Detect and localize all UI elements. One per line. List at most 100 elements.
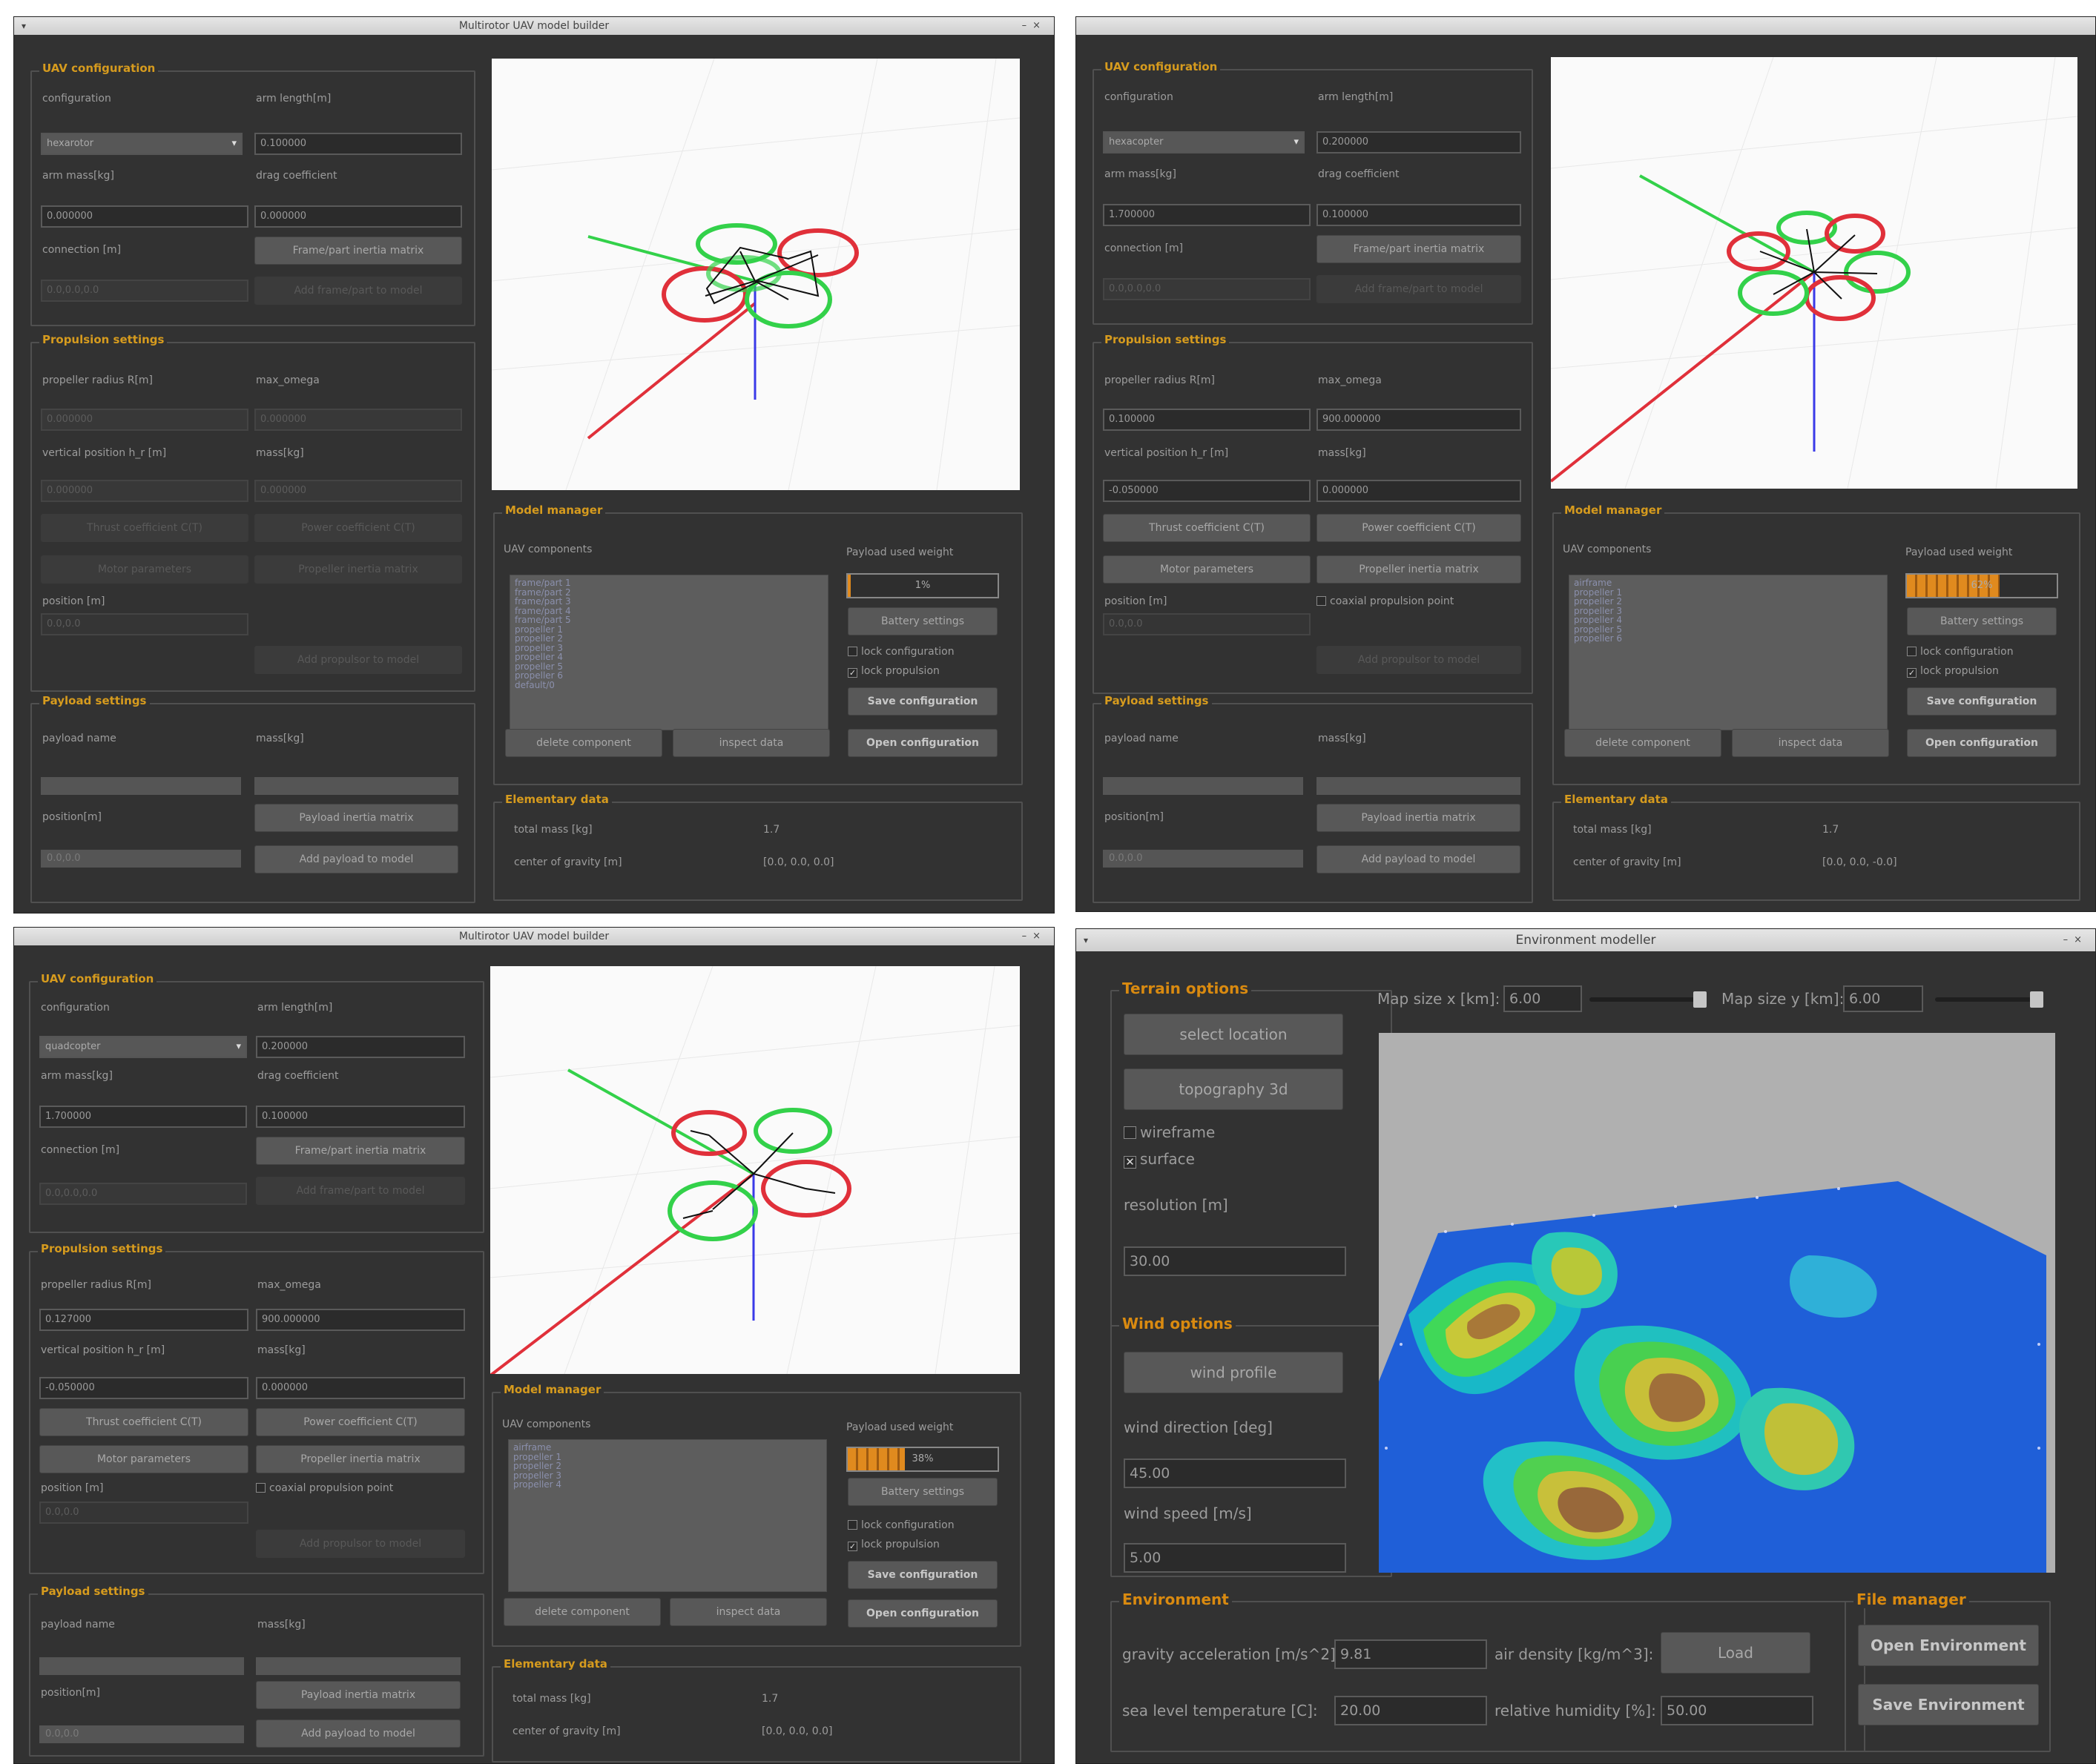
- window-controls[interactable]: –×: [1022, 17, 1047, 35]
- window-controls[interactable]: –×: [2063, 929, 2088, 951]
- payload-mass-input[interactable]: [256, 1657, 461, 1675]
- open-configuration-button[interactable]: Open configuration: [1907, 729, 2057, 757]
- inspect-data-button[interactable]: inspect data: [1732, 729, 1889, 757]
- thrust-coefficient-button[interactable]: Thrust coefficient C(T): [39, 1408, 248, 1436]
- max-omega-input[interactable]: 900.000000: [1316, 409, 1521, 431]
- list-item[interactable]: default/0: [515, 680, 823, 690]
- slider-handle[interactable]: [1693, 991, 1707, 1008]
- list-item[interactable]: propeller 6: [1574, 634, 1882, 644]
- add-propulsor-button[interactable]: Add propulsor to model: [256, 1530, 465, 1558]
- add-frame-button[interactable]: Add frame/part to model: [254, 277, 462, 305]
- save-configuration-button[interactable]: Save configuration: [1907, 687, 2057, 716]
- list-item[interactable]: propeller 2: [513, 1461, 822, 1471]
- vertical-position-input[interactable]: 0.000000: [41, 480, 248, 502]
- configuration-select[interactable]: hexarotor: [41, 133, 243, 155]
- position-input[interactable]: 0.0,0.0: [39, 1502, 248, 1524]
- wind-profile-button[interactable]: wind profile: [1124, 1352, 1343, 1393]
- frame-inertia-button[interactable]: Frame/part inertia matrix: [256, 1137, 465, 1165]
- motor-parameters-button[interactable]: Motor parameters: [41, 555, 248, 584]
- delete-component-button[interactable]: delete component: [1564, 729, 1721, 757]
- list-item[interactable]: frame/part 3: [515, 597, 823, 607]
- propeller-inertia-button[interactable]: Propeller inertia matrix: [254, 555, 462, 584]
- arm-mass-input[interactable]: 1.700000: [39, 1106, 247, 1128]
- payload-inertia-button[interactable]: Payload inertia matrix: [1316, 804, 1520, 832]
- propeller-inertia-button[interactable]: Propeller inertia matrix: [1316, 555, 1521, 584]
- window-controls[interactable]: –×: [1022, 928, 1047, 945]
- wireframe-checkbox[interactable]: wireframe: [1124, 1123, 1215, 1141]
- arm-length-input[interactable]: 0.100000: [254, 133, 462, 155]
- list-item[interactable]: propeller 4: [1574, 615, 1882, 625]
- max-omega-input[interactable]: 0.000000: [254, 409, 462, 431]
- uav-3d-view[interactable]: [1551, 57, 2077, 489]
- power-coefficient-button[interactable]: Power coefficient C(T): [254, 514, 462, 542]
- uav-3d-view[interactable]: [492, 59, 1020, 490]
- window-menu-icon[interactable]: ▾: [22, 17, 26, 35]
- payload-mass-input[interactable]: [254, 777, 458, 795]
- payload-position-input[interactable]: 0.0,0.0: [1103, 850, 1303, 868]
- open-configuration-button[interactable]: Open configuration: [848, 729, 998, 757]
- arm-mass-input[interactable]: 1.700000: [1103, 204, 1311, 226]
- thrust-coefficient-button[interactable]: Thrust coefficient C(T): [1103, 514, 1311, 542]
- power-coefficient-button[interactable]: Power coefficient C(T): [1316, 514, 1521, 542]
- humidity-input[interactable]: 50.00: [1661, 1696, 1813, 1725]
- lock-propulsion-checkbox[interactable]: ✓ lock propulsion: [848, 665, 940, 678]
- frame-inertia-button[interactable]: Frame/part inertia matrix: [1316, 235, 1521, 263]
- lock-configuration-checkbox[interactable]: lock configuration: [1907, 646, 2014, 658]
- frame-inertia-button[interactable]: Frame/part inertia matrix: [254, 237, 462, 265]
- surface-checkbox[interactable]: ✕ surface: [1124, 1150, 1195, 1169]
- list-item[interactable]: frame/part 1: [515, 578, 823, 588]
- thrust-coefficient-button[interactable]: Thrust coefficient C(T): [41, 514, 248, 542]
- map-size-x-input[interactable]: 6.00: [1503, 985, 1582, 1012]
- slider-handle[interactable]: [2030, 991, 2043, 1008]
- drag-coefficient-input[interactable]: 0.100000: [256, 1106, 465, 1128]
- list-item[interactable]: propeller 4: [513, 1480, 822, 1490]
- battery-settings-button[interactable]: Battery settings: [848, 1478, 998, 1506]
- drag-coefficient-input[interactable]: 0.000000: [254, 205, 462, 228]
- propeller-radius-input[interactable]: 0.100000: [1103, 409, 1311, 431]
- payload-inertia-button[interactable]: Payload inertia matrix: [254, 804, 458, 832]
- list-item[interactable]: frame/part 5: [515, 615, 823, 625]
- add-frame-button[interactable]: Add frame/part to model: [256, 1177, 465, 1205]
- propeller-mass-input[interactable]: 0.000000: [256, 1377, 465, 1399]
- resolution-input[interactable]: 30.00: [1124, 1246, 1346, 1276]
- vertical-position-input[interactable]: -0.050000: [1103, 480, 1311, 502]
- wind-speed-input[interactable]: 5.00: [1124, 1543, 1346, 1573]
- uav-components-list[interactable]: airframe propeller 1 propeller 2 propell…: [508, 1439, 827, 1592]
- battery-settings-button[interactable]: Battery settings: [848, 607, 998, 635]
- lock-configuration-checkbox[interactable]: lock configuration: [848, 1519, 955, 1531]
- add-propulsor-button[interactable]: Add propulsor to model: [1316, 646, 1521, 674]
- propeller-radius-input[interactable]: 0.127000: [39, 1309, 248, 1331]
- select-location-button[interactable]: select location: [1124, 1014, 1343, 1055]
- arm-length-input[interactable]: 0.200000: [1316, 131, 1521, 153]
- configuration-select[interactable]: hexacopter: [1103, 131, 1305, 153]
- coaxial-propulsion-checkbox[interactable]: coaxial propulsion point: [1316, 595, 1454, 607]
- add-payload-button[interactable]: Add payload to model: [254, 845, 458, 873]
- wind-direction-input[interactable]: 45.00: [1124, 1459, 1346, 1488]
- list-item[interactable]: propeller 2: [1574, 597, 1882, 607]
- payload-name-input[interactable]: [39, 1657, 244, 1675]
- arm-mass-input[interactable]: 0.000000: [41, 205, 248, 228]
- drag-coefficient-input[interactable]: 0.100000: [1316, 204, 1521, 226]
- save-configuration-button[interactable]: Save configuration: [848, 687, 998, 716]
- list-item[interactable]: propeller 4: [515, 653, 823, 662]
- payload-inertia-button[interactable]: Payload inertia matrix: [256, 1681, 461, 1709]
- open-configuration-button[interactable]: Open configuration: [848, 1599, 998, 1628]
- lock-configuration-checkbox[interactable]: lock configuration: [848, 646, 955, 658]
- battery-settings-button[interactable]: Battery settings: [1907, 607, 2057, 635]
- payload-name-input[interactable]: [41, 777, 241, 795]
- uav-3d-view[interactable]: [490, 966, 1020, 1374]
- inspect-data-button[interactable]: inspect data: [670, 1598, 827, 1626]
- topography-3d-button[interactable]: topography 3d: [1124, 1068, 1343, 1110]
- terrain-3d-view[interactable]: [1379, 1033, 2055, 1573]
- delete-component-button[interactable]: delete component: [505, 729, 662, 757]
- payload-name-input[interactable]: [1103, 777, 1303, 795]
- configuration-select[interactable]: quadcopter: [39, 1036, 247, 1058]
- uav-components-list[interactable]: frame/part 1 frame/part 2 frame/part 3 f…: [510, 575, 828, 730]
- lock-propulsion-checkbox[interactable]: ✓ lock propulsion: [848, 1539, 940, 1551]
- open-environment-button[interactable]: Open Environment: [1858, 1625, 2039, 1666]
- window-menu-icon[interactable]: ▾: [1084, 929, 1088, 951]
- list-item[interactable]: propeller 6: [515, 671, 823, 681]
- map-size-y-input[interactable]: 6.00: [1843, 985, 1923, 1012]
- map-size-y-slider[interactable]: [1935, 991, 2043, 1008]
- connection-input[interactable]: 0.0,0.0,0.0: [41, 280, 248, 302]
